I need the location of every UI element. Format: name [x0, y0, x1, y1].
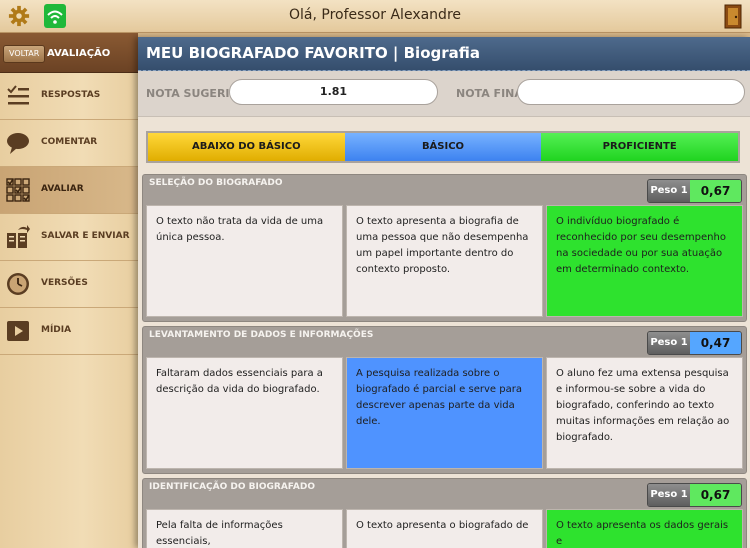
checklist-icon — [7, 85, 29, 105]
criterion-title: LEVANTAMENTO DE DADOS E INFORMAÇÕES — [149, 330, 374, 340]
sidebar-item-label: AVALIAR — [41, 184, 84, 194]
sidebar-section-label: AVALIAÇÃO — [47, 48, 111, 59]
criterion-title: SELEÇÃO DO BIOGRAFADO — [149, 178, 283, 188]
page-title: MEU BIOGRAFADO FAVORITO | Biografia — [146, 44, 480, 62]
rubric-cell-selected[interactable]: O indivíduo biografado é reconhecido por… — [546, 205, 743, 317]
save-send-icon — [7, 225, 30, 248]
exit-door-icon[interactable] — [724, 4, 742, 29]
peso-box: Peso 1 0,67 — [647, 179, 742, 203]
criterion-selecao: SELEÇÃO DO BIOGRAFADO Peso 1 0,67 O text… — [142, 174, 747, 322]
peso-box: Peso 1 0,67 — [647, 483, 742, 507]
rubric-cell[interactable]: O texto apresenta o biografado de — [346, 509, 543, 548]
sidebar-item-salvar-enviar[interactable]: SALVAR E ENVIAR — [0, 214, 138, 261]
level-abaixo-basico: ABAIXO DO BÁSICO — [148, 133, 345, 161]
level-basico: BÁSICO — [344, 133, 542, 161]
peso-label: Peso 1 — [648, 180, 690, 202]
sidebar-item-comentar[interactable]: COMENTAR — [0, 120, 138, 167]
peso-value: 0,67 — [690, 180, 741, 202]
grid-check-icon — [6, 178, 30, 202]
top-bar: Olá, Professor Alexandre — [0, 0, 750, 33]
criterion-levantamento: LEVANTAMENTO DE DADOS E INFORMAÇÕES Peso… — [142, 326, 747, 474]
criterion-title: IDENTIFICAÇÃO DO BIOGRAFADO — [149, 482, 316, 492]
sidebar-item-midia[interactable]: MÍDIA — [0, 308, 138, 355]
rubric-cell[interactable]: O texto apresenta a biografia de uma pes… — [346, 205, 543, 317]
level-header: ABAIXO DO BÁSICO BÁSICO PROFICIENTE — [146, 131, 740, 163]
clock-icon — [7, 273, 29, 295]
criterion-identificacao: IDENTIFICAÇÃO DO BIOGRAFADO Peso 1 0,67 … — [142, 478, 747, 548]
rubric-cell[interactable]: Pela falta de informações essenciais, — [146, 509, 343, 548]
panel-header: MEU BIOGRAFADO FAVORITO | Biografia — [138, 37, 750, 71]
rubric-cell-selected[interactable]: A pesquisa realizada sobre o biografado … — [346, 357, 543, 469]
nota-final-field[interactable] — [517, 79, 745, 105]
rubric-cell[interactable]: O texto não trata da vida de uma única p… — [146, 205, 343, 317]
speech-bubble-icon — [7, 133, 29, 154]
main-panel: MEU BIOGRAFADO FAVORITO | Biografia NOTA… — [138, 37, 750, 548]
peso-label: Peso 1 — [648, 484, 690, 506]
sidebar-item-respostas[interactable]: RESPOSTAS — [0, 73, 138, 120]
grades-bar: NOTA SUGERIDA 1.81 NOTA FINAL — [138, 71, 750, 117]
peso-label: Peso 1 — [648, 332, 690, 354]
sidebar-item-label: MÍDIA — [41, 325, 72, 335]
rubric-cell[interactable]: Faltaram dados essenciais para a descriç… — [146, 357, 343, 469]
sidebar-item-label: VERSÕES — [41, 278, 88, 288]
sidebar-header: VOLTAR AVALIAÇÃO — [0, 33, 138, 73]
peso-box: Peso 1 0,47 — [647, 331, 742, 355]
sidebar-item-label: COMENTAR — [41, 137, 98, 147]
play-icon — [7, 321, 29, 341]
sidebar-item-versoes[interactable]: VERSÕES — [0, 261, 138, 308]
sidebar-item-label: SALVAR E ENVIAR — [41, 231, 130, 241]
peso-value: 0,47 — [690, 332, 741, 354]
back-button[interactable]: VOLTAR — [3, 45, 46, 63]
sidebar-item-label: RESPOSTAS — [41, 90, 101, 100]
level-proficiente: PROFICIENTE — [541, 133, 739, 161]
sidebar: VOLTAR AVALIAÇÃO RESPOSTAS COMENTAR AVAL… — [0, 33, 138, 548]
nota-sugerida-field: 1.81 — [229, 79, 438, 105]
rubric-cell[interactable]: O aluno fez uma extensa pesquisa e infor… — [546, 357, 743, 469]
greeting-text: Olá, Professor Alexandre — [288, 7, 462, 23]
sidebar-item-avaliar[interactable]: AVALIAR — [0, 167, 138, 214]
rubric-cell-selected[interactable]: O texto apresenta os dados gerais e — [546, 509, 743, 548]
peso-value: 0,67 — [690, 484, 741, 506]
